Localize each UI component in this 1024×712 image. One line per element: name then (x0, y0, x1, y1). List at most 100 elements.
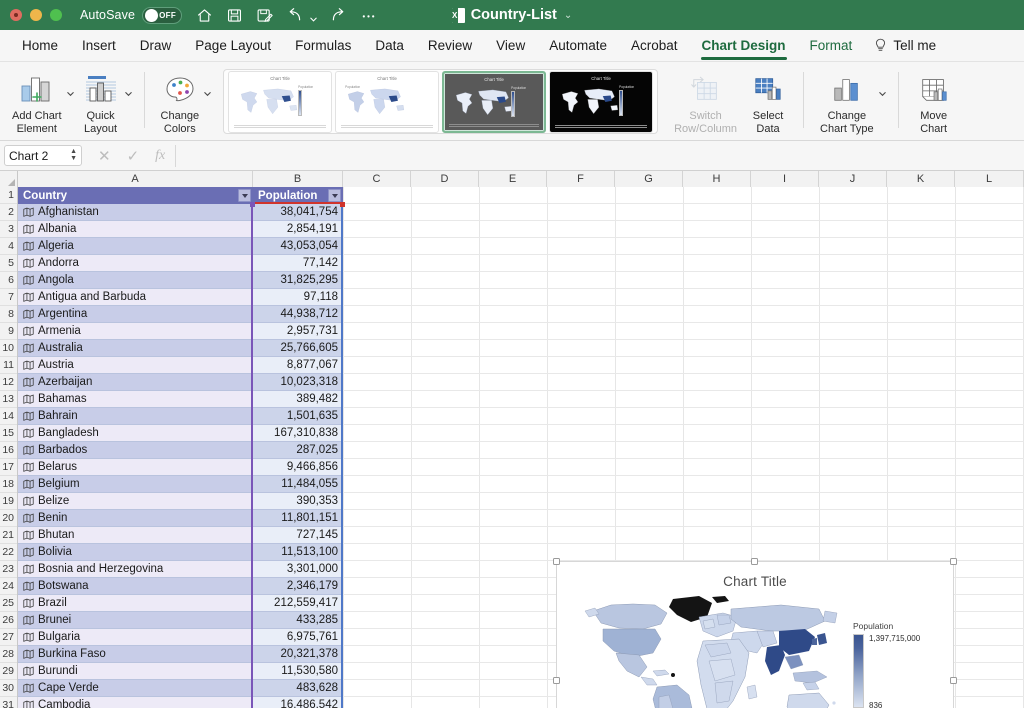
cell-population[interactable]: 97,118 (253, 289, 343, 306)
cell-country[interactable]: Albania (18, 221, 253, 238)
close-window-button[interactable] (10, 9, 22, 21)
formula-input[interactable] (175, 145, 1018, 167)
document-title[interactable]: Country-List (471, 7, 557, 23)
cell-country[interactable]: Afghanistan (18, 204, 253, 221)
cell-population[interactable]: 10,023,318 (253, 374, 343, 391)
row-header-15[interactable]: 15 (0, 425, 17, 442)
row-header-8[interactable]: 8 (0, 306, 17, 323)
cell-country[interactable]: Argentina (18, 306, 253, 323)
column-header-B[interactable]: B (253, 171, 343, 187)
tab-review[interactable]: Review (416, 30, 484, 62)
undo-dropdown-icon[interactable] (309, 11, 317, 19)
cell-country[interactable]: Bangladesh (18, 425, 253, 442)
autosave-toggle[interactable]: OFF (142, 7, 182, 24)
table-row[interactable]: Barbados287,025 (18, 442, 343, 459)
cell-population[interactable]: 9,466,856 (253, 459, 343, 476)
chart-plot-area[interactable]: Population 1,397,715,000 836 (557, 589, 953, 708)
add-chart-element-chevron-icon[interactable] (66, 85, 74, 93)
world-map-series[interactable] (581, 591, 851, 708)
row-header-10[interactable]: 10 (0, 340, 17, 357)
cell-country[interactable]: Belize (18, 493, 253, 510)
chart-style-option-4[interactable]: Chart Title Population (549, 71, 653, 133)
save-icon[interactable] (226, 7, 243, 24)
table-row[interactable]: Brazil212,559,417 (18, 595, 343, 612)
cell-country[interactable]: Benin (18, 510, 253, 527)
cell-country[interactable]: Antigua and Barbuda (18, 289, 253, 306)
redo-icon[interactable] (330, 7, 347, 24)
table-row[interactable]: Algeria43,053,054 (18, 238, 343, 255)
row-header-21[interactable]: 21 (0, 527, 17, 544)
row-header-27[interactable]: 27 (0, 629, 17, 646)
tab-view[interactable]: View (484, 30, 537, 62)
table-row[interactable]: Australia25,766,605 (18, 340, 343, 357)
table-row[interactable]: Andorra77,142 (18, 255, 343, 272)
selection-handle-left[interactable] (250, 202, 255, 207)
table-row[interactable]: Brunei433,285 (18, 612, 343, 629)
row-header-25[interactable]: 25 (0, 595, 17, 612)
table-row[interactable]: Azerbaijan10,023,318 (18, 374, 343, 391)
cell-population[interactable]: 11,801,151 (253, 510, 343, 527)
table-row[interactable]: Cape Verde483,628 (18, 680, 343, 697)
tab-acrobat[interactable]: Acrobat (619, 30, 690, 62)
cell-country[interactable]: Austria (18, 357, 253, 374)
table-row[interactable]: Cambodia16,486,542 (18, 697, 343, 708)
column-header-H[interactable]: H (683, 171, 751, 187)
cancel-edit-icon[interactable]: ✕ (98, 147, 111, 165)
row-header-13[interactable]: 13 (0, 391, 17, 408)
cell-country[interactable]: Burkina Faso (18, 646, 253, 663)
chart-resize-handle-nw[interactable] (553, 558, 560, 565)
filter-dropdown-country-icon[interactable] (238, 189, 251, 202)
cell-country[interactable]: Andorra (18, 255, 253, 272)
table-row[interactable]: Belarus9,466,856 (18, 459, 343, 476)
change-colors-chevron-icon[interactable] (203, 85, 211, 93)
autosave-control[interactable]: AutoSave OFF (80, 7, 182, 24)
chart-style-option-2[interactable]: Chart Title Population (335, 71, 439, 133)
row-header-6[interactable]: 6 (0, 272, 17, 289)
column-header-K[interactable]: K (887, 171, 955, 187)
row-header-23[interactable]: 23 (0, 561, 17, 578)
cell-country[interactable]: Bahrain (18, 408, 253, 425)
cell-country[interactable]: Azerbaijan (18, 374, 253, 391)
cell-country[interactable]: Cambodia (18, 697, 253, 708)
row-header-30[interactable]: 30 (0, 680, 17, 697)
cell-population[interactable]: 11,484,055 (253, 476, 343, 493)
table-row[interactable]: Belize390,353 (18, 493, 343, 510)
cell-country[interactable]: Bhutan (18, 527, 253, 544)
quick-layout-button[interactable]: Quick Layout (76, 67, 126, 137)
row-header-28[interactable]: 28 (0, 646, 17, 663)
table-row[interactable]: Antigua and Barbuda97,118 (18, 289, 343, 306)
change-chart-type-button[interactable]: Change Chart Type (814, 67, 880, 137)
table-row[interactable]: Bosnia and Herzegovina3,301,000 (18, 561, 343, 578)
row-header-7[interactable]: 7 (0, 289, 17, 306)
tab-format[interactable]: Format (798, 30, 865, 62)
cell-country[interactable]: Angola (18, 272, 253, 289)
row-header-4[interactable]: 4 (0, 238, 17, 255)
cell-country[interactable]: Bahamas (18, 391, 253, 408)
move-chart-button[interactable]: Move Chart (909, 67, 959, 137)
cell-population[interactable]: 287,025 (253, 442, 343, 459)
cell-country[interactable]: Algeria (18, 238, 253, 255)
chart-resize-handle-e[interactable] (950, 677, 957, 684)
cell-country[interactable]: Botswana (18, 578, 253, 595)
column-header-E[interactable]: E (479, 171, 547, 187)
cell-population[interactable]: 2,346,179 (253, 578, 343, 595)
row-header-18[interactable]: 18 (0, 476, 17, 493)
row-header-26[interactable]: 26 (0, 612, 17, 629)
select-all-corner-button[interactable] (0, 171, 18, 187)
chart-styles-gallery[interactable]: Chart Title Population Chart Title (223, 69, 658, 134)
tab-home[interactable]: Home (10, 30, 70, 62)
tab-draw[interactable]: Draw (128, 30, 184, 62)
cell-population[interactable]: 77,142 (253, 255, 343, 272)
row-header-11[interactable]: 11 (0, 357, 17, 374)
table-row[interactable]: Bahamas389,482 (18, 391, 343, 408)
chart-resize-handle-n[interactable] (751, 558, 758, 565)
tab-data[interactable]: Data (363, 30, 416, 62)
table-row[interactable]: Bulgaria6,975,761 (18, 629, 343, 646)
row-header-17[interactable]: 17 (0, 459, 17, 476)
add-chart-element-button[interactable]: Add Chart Element (6, 67, 68, 137)
document-menu-chevron-icon[interactable]: ⌄ (564, 10, 572, 21)
cell-population[interactable]: 6,975,761 (253, 629, 343, 646)
chart-style-option-1[interactable]: Chart Title Population (228, 71, 332, 133)
cell-country[interactable]: Cape Verde (18, 680, 253, 697)
minimize-window-button[interactable] (30, 9, 42, 21)
